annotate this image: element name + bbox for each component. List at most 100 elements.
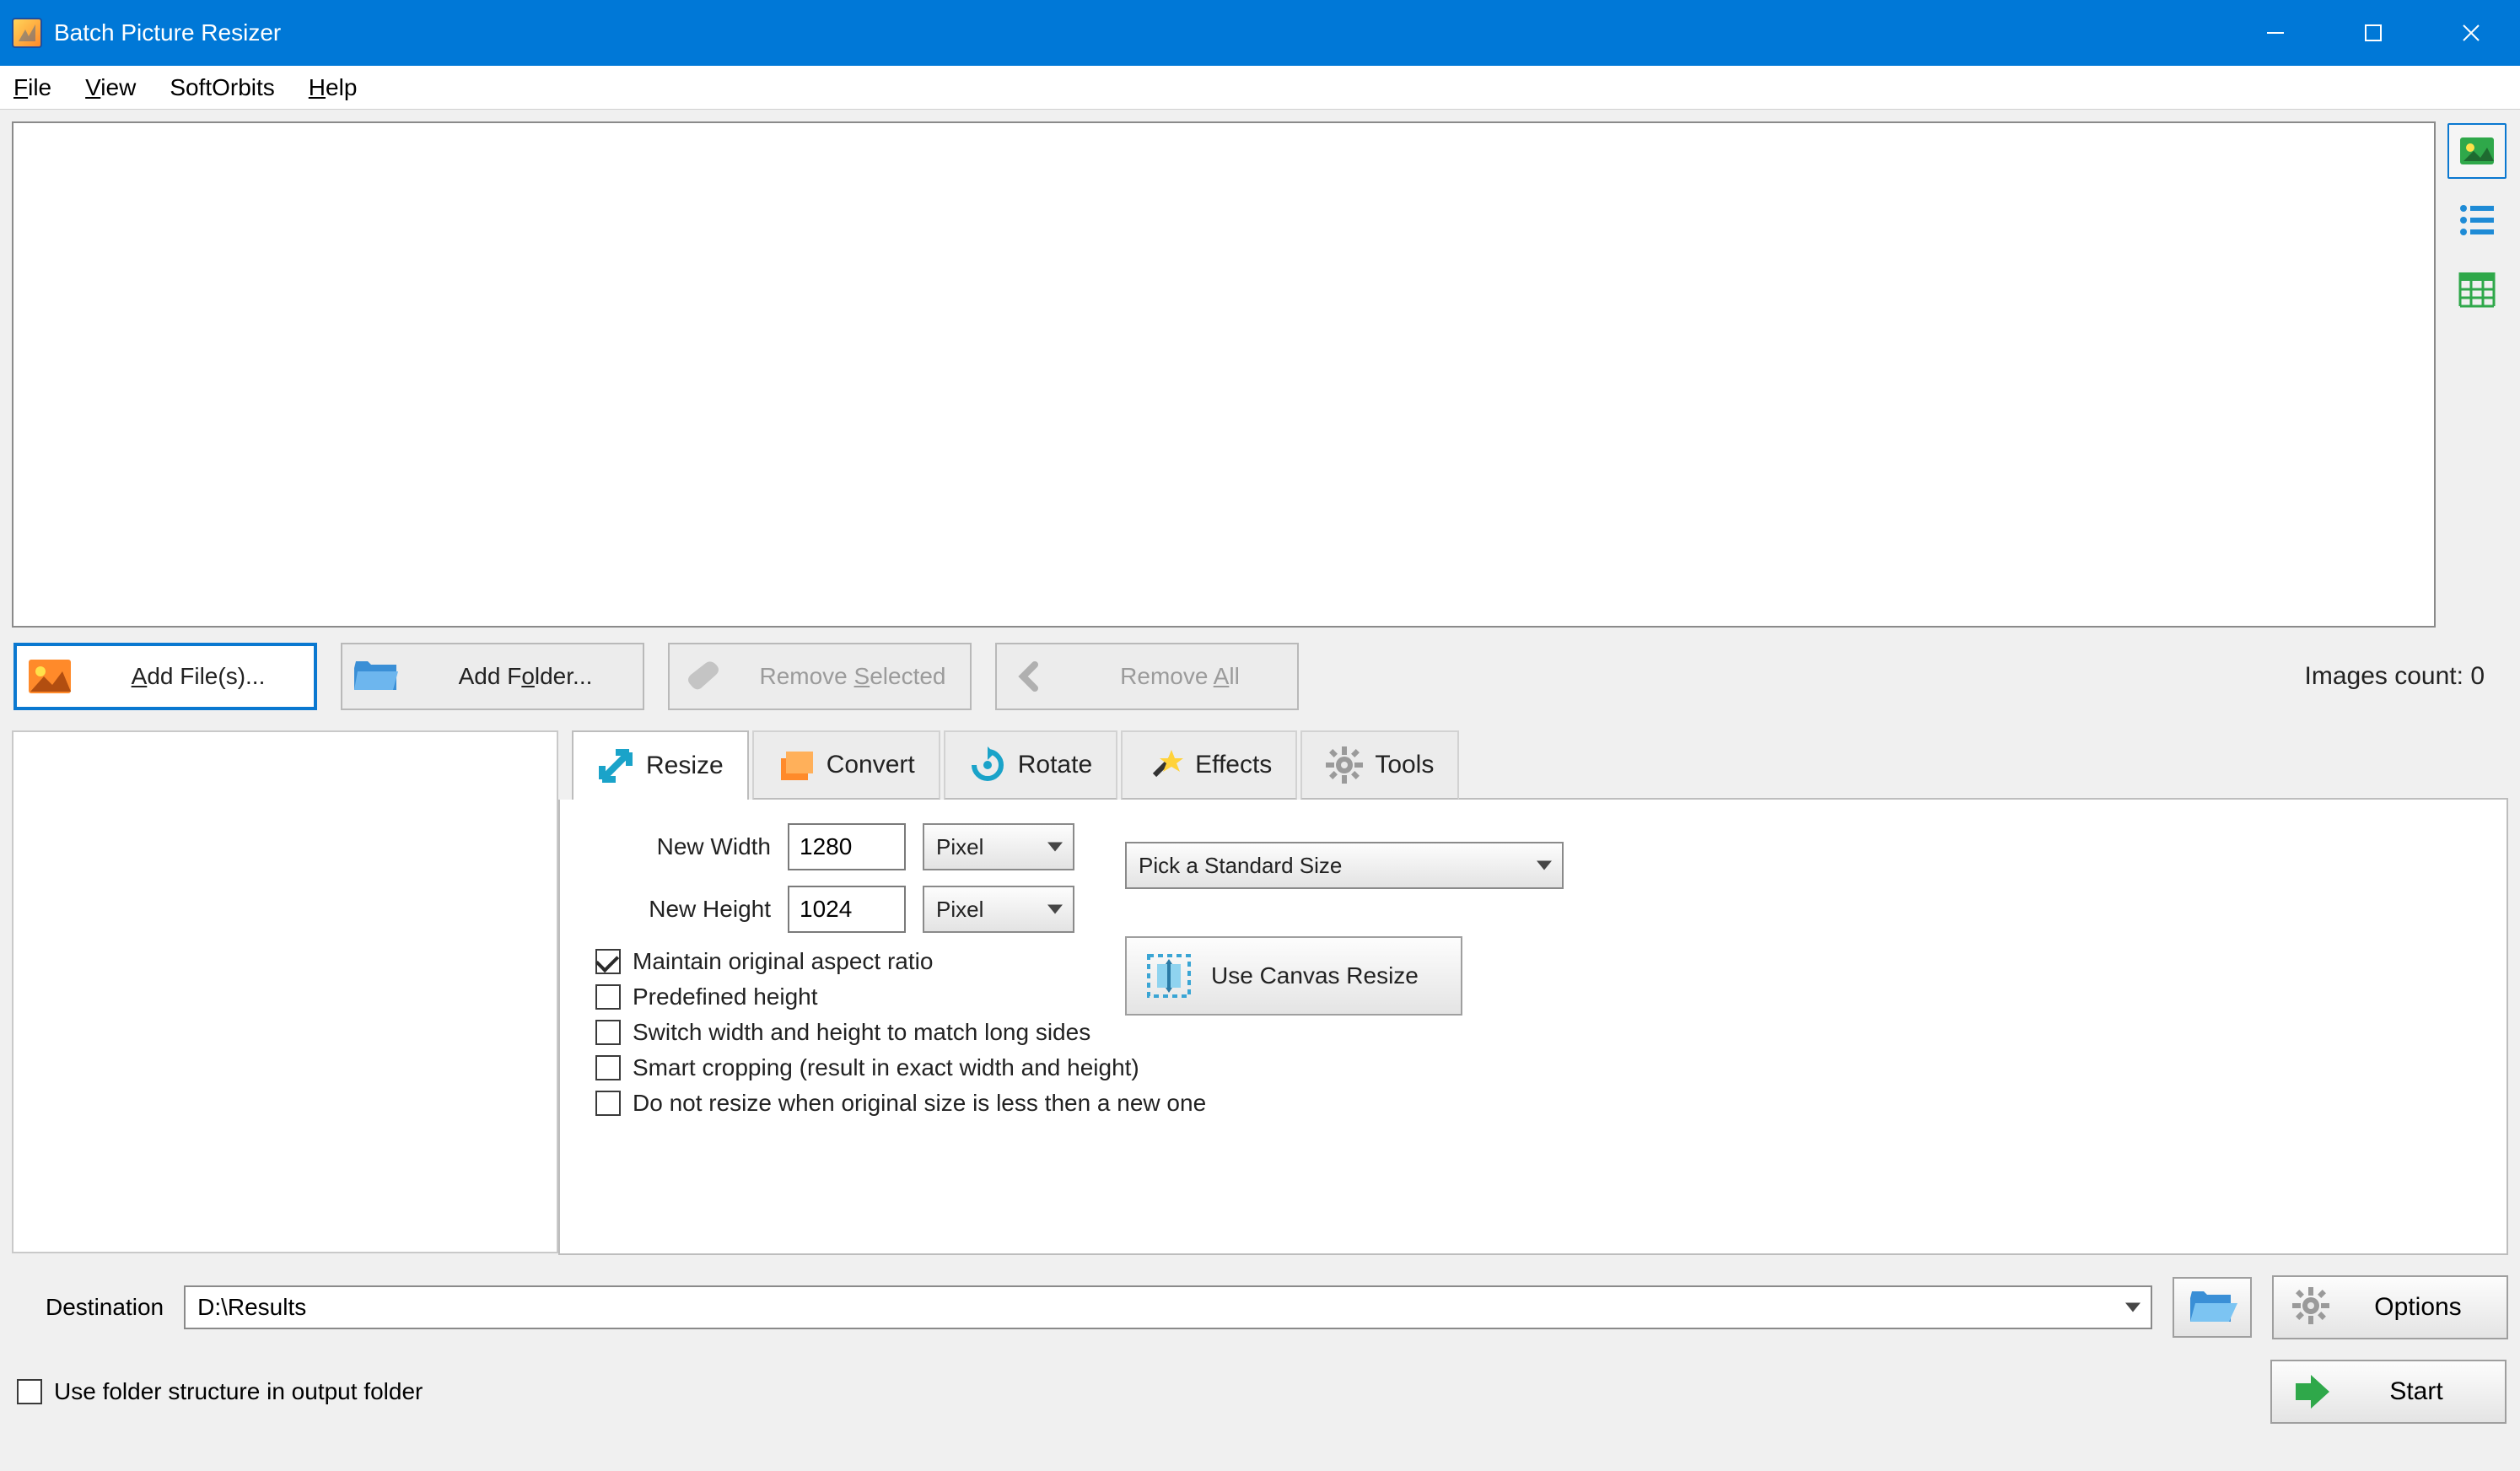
folder-open-icon <box>2187 1288 2237 1327</box>
no-resize-smaller-row[interactable]: Do not resize when original size is less… <box>595 1090 2481 1117</box>
start-label: Start <box>2346 1377 2486 1406</box>
new-height-input[interactable] <box>788 886 906 933</box>
use-canvas-label: Use Canvas Resize <box>1211 962 1419 989</box>
bottom-row: Use folder structure in output folder St… <box>12 1360 2508 1424</box>
grid-icon <box>2457 269 2497 310</box>
tab-rotate-label: Rotate <box>1018 751 1092 779</box>
use-folder-structure-label: Use folder structure in output folder <box>54 1378 423 1405</box>
resize-right-column: Pick a Standard Size <box>1125 842 1564 1016</box>
picture-icon <box>17 660 83 693</box>
standard-size-value: Pick a Standard Size <box>1139 853 1342 879</box>
use-canvas-resize-button[interactable]: Use Canvas Resize <box>1125 936 1462 1016</box>
eraser-icon <box>670 660 735 693</box>
menu-view[interactable]: View <box>80 71 141 105</box>
image-icon <box>2457 131 2497 171</box>
tab-resize[interactable]: Resize <box>572 730 749 800</box>
resize-arrows-icon <box>597 747 634 784</box>
file-list-panel[interactable] <box>12 730 558 1253</box>
remove-all-label: Remove All <box>1063 663 1297 690</box>
menu-softorbits[interactable]: SoftOrbits <box>164 71 279 105</box>
width-unit-select[interactable]: Pixel <box>923 823 1074 870</box>
destination-row: Destination Options <box>12 1275 2508 1339</box>
file-toolbar: Add File(s)... Add Folder... Remove Sele… <box>12 643 2508 710</box>
remove-selected-label: Remove Selected <box>735 663 970 690</box>
resize-panel: New Width Pixel New Height Pixel Maintai… <box>558 800 2508 1255</box>
images-count: Images count: 0 <box>2305 662 2507 691</box>
maximize-icon <box>2363 23 2383 43</box>
gear-icon <box>2292 1287 2333 1328</box>
convert-icon <box>778 746 815 784</box>
remove-selected-button[interactable]: Remove Selected <box>668 643 972 710</box>
smart-cropping-row[interactable]: Smart cropping (result in exact width an… <box>595 1054 2481 1081</box>
remove-all-button[interactable]: Remove All <box>995 643 1299 710</box>
view-list-button[interactable] <box>2447 192 2507 248</box>
folder-icon <box>342 660 408 693</box>
tab-tools[interactable]: Tools <box>1300 730 1459 800</box>
add-files-button[interactable]: Add File(s)... <box>13 643 317 710</box>
settings-tabs-area: Resize Convert Rotate <box>558 730 2508 1255</box>
destination-input[interactable] <box>184 1285 2152 1329</box>
canvas-resize-icon <box>1145 952 1193 1000</box>
list-icon <box>2457 200 2497 240</box>
smart-cropping-label: Smart cropping (result in exact width an… <box>633 1054 1139 1081</box>
app-icon <box>12 18 42 48</box>
menu-help[interactable]: Help <box>304 71 363 105</box>
mid-row: Resize Convert Rotate <box>12 730 2508 1255</box>
switch-sides-label: Switch width and height to match long si… <box>633 1019 1090 1046</box>
magic-wand-icon <box>1146 746 1183 784</box>
switch-sides-row[interactable]: Switch width and height to match long si… <box>595 1019 2481 1046</box>
maintain-ratio-checkbox[interactable] <box>595 949 621 974</box>
height-unit-value: Pixel <box>936 897 983 923</box>
add-folder-label: Add Folder... <box>408 663 643 690</box>
play-arrow-icon <box>2291 1371 2331 1412</box>
tab-convert[interactable]: Convert <box>752 730 940 800</box>
standard-size-select[interactable]: Pick a Standard Size <box>1125 842 1564 889</box>
predefined-height-checkbox[interactable] <box>595 984 621 1010</box>
tab-effects[interactable]: Effects <box>1121 730 1297 800</box>
new-height-label: New Height <box>585 896 771 923</box>
preview-row <box>12 121 2508 628</box>
smart-cropping-checkbox[interactable] <box>595 1055 621 1080</box>
browse-destination-button[interactable] <box>2173 1277 2252 1338</box>
tab-tools-label: Tools <box>1375 751 1434 779</box>
menu-file[interactable]: File <box>8 71 57 105</box>
tab-effects-label: Effects <box>1195 751 1272 779</box>
no-resize-smaller-checkbox[interactable] <box>595 1091 621 1116</box>
use-folder-structure-checkbox[interactable] <box>17 1379 42 1404</box>
new-width-label: New Width <box>585 833 771 860</box>
tab-rotate[interactable]: Rotate <box>944 730 1117 800</box>
options-button[interactable]: Options <box>2272 1275 2508 1339</box>
client-area: Add File(s)... Add Folder... Remove Sele… <box>0 110 2520 1471</box>
tabstrip-filler <box>1459 730 2508 800</box>
back-arrow-icon <box>997 660 1063 693</box>
window-controls <box>2227 0 2520 66</box>
menubar: File View SoftOrbits Help <box>0 66 2520 110</box>
use-folder-structure-row[interactable]: Use folder structure in output folder <box>17 1378 423 1405</box>
destination-combo[interactable] <box>184 1285 2152 1329</box>
predefined-height-label: Predefined height <box>633 983 818 1010</box>
start-button[interactable]: Start <box>2270 1360 2507 1424</box>
options-label: Options <box>2348 1293 2488 1322</box>
rotate-icon <box>969 746 1006 784</box>
width-unit-value: Pixel <box>936 834 983 860</box>
tab-resize-label: Resize <box>646 752 724 780</box>
view-mode-rail <box>2446 121 2508 628</box>
minimize-button[interactable] <box>2227 0 2324 66</box>
titlebar: Batch Picture Resizer <box>0 0 2520 66</box>
gear-icon <box>1326 746 1363 784</box>
preview-canvas[interactable] <box>12 121 2436 628</box>
add-folder-button[interactable]: Add Folder... <box>341 643 644 710</box>
maintain-ratio-label: Maintain original aspect ratio <box>633 948 933 975</box>
tab-convert-label: Convert <box>827 751 915 779</box>
maximize-button[interactable] <box>2324 0 2422 66</box>
view-grid-button[interactable] <box>2447 261 2507 317</box>
close-button[interactable] <box>2422 0 2520 66</box>
height-unit-select[interactable]: Pixel <box>923 886 1074 933</box>
settings-tabstrip: Resize Convert Rotate <box>558 730 2508 800</box>
new-width-input[interactable] <box>788 823 906 870</box>
minimize-icon <box>2264 21 2287 45</box>
destination-label: Destination <box>12 1294 164 1321</box>
view-thumbnails-button[interactable] <box>2447 123 2507 179</box>
close-icon <box>2460 22 2482 44</box>
switch-sides-checkbox[interactable] <box>595 1020 621 1045</box>
